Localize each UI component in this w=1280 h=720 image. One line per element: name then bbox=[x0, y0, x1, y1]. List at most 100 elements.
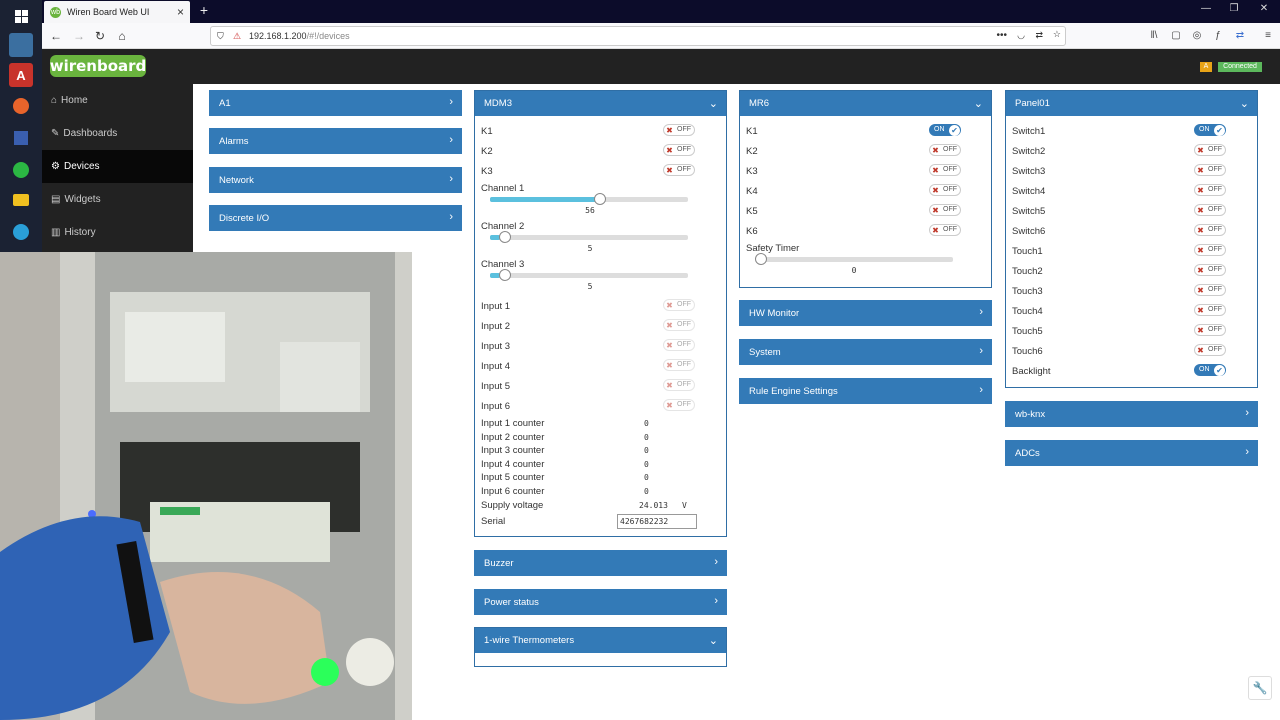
device-wb-knx-button[interactable]: wb-knx › bbox=[1005, 401, 1258, 427]
sidebar-item-widgets[interactable]: ▤ Widgets bbox=[42, 183, 193, 216]
device-discrete-io-button[interactable]: Discrete I/O › bbox=[209, 205, 462, 231]
translate-icon[interactable]: ⇄ bbox=[1035, 30, 1043, 41]
mr6-panel-header[interactable]: MR6 ⌄ bbox=[740, 91, 991, 116]
toggle-switch[interactable]: ✖ OFF bbox=[1194, 244, 1226, 256]
taskview-icon[interactable] bbox=[9, 33, 33, 57]
channel-slider[interactable] bbox=[490, 231, 688, 243]
slider-handle[interactable] bbox=[755, 253, 767, 265]
sidebar-item-devices[interactable]: ⚙ Devices bbox=[42, 150, 193, 183]
switch-state: OFF bbox=[943, 206, 957, 213]
channel-value: 5 bbox=[587, 244, 593, 253]
url-bar[interactable]: ⛉ ⚠ 192.168.1.200/#!/devices ••• ◡ ⇄ ☆ bbox=[210, 26, 1066, 46]
toggle-switch[interactable]: ✖ OFF bbox=[663, 339, 695, 351]
toggle-switch[interactable]: ✖ OFF bbox=[1194, 284, 1226, 296]
sidebar: ⌂ Home ✎ Dashboards ⚙ Devices ▤ Widgets ▥ His… bbox=[42, 84, 193, 252]
wirenboard-logo[interactable]: wirenboard bbox=[50, 55, 146, 77]
toggle-switch[interactable]: ON ✔ bbox=[1194, 124, 1226, 136]
translate-ext-icon[interactable]: ⇄ bbox=[1232, 28, 1248, 44]
account-icon[interactable]: ◎ bbox=[1189, 28, 1205, 44]
toggle-switch[interactable]: ✖ OFF bbox=[663, 319, 695, 331]
toggle-switch[interactable]: ✖ OFF bbox=[1194, 184, 1226, 196]
close-tab-icon[interactable]: × bbox=[177, 5, 184, 19]
forward-icon[interactable]: → bbox=[71, 28, 87, 44]
toggle-switch[interactable]: ✖ OFF bbox=[929, 144, 961, 156]
x-icon: ✖ bbox=[1197, 346, 1204, 355]
viber-icon[interactable] bbox=[9, 188, 33, 212]
firefox-icon[interactable] bbox=[9, 94, 33, 118]
toggle-switch[interactable]: ✖ OFF bbox=[929, 224, 961, 236]
toggle-switch[interactable]: ✖ OFF bbox=[1194, 324, 1226, 336]
toggle-switch[interactable]: ✖ OFF bbox=[663, 379, 695, 391]
library-icon[interactable]: ‖\ bbox=[1146, 28, 1162, 44]
device-system-button[interactable]: System › bbox=[739, 339, 992, 365]
counter-value: 0 bbox=[644, 459, 649, 469]
toggle-switch[interactable]: ✖ OFF bbox=[929, 184, 961, 196]
switch-state: OFF bbox=[677, 361, 691, 368]
menu-icon[interactable]: ≡ bbox=[1260, 28, 1276, 44]
reload-icon[interactable]: ↻ bbox=[92, 28, 108, 44]
home-page-icon[interactable]: ⌂ bbox=[114, 28, 130, 44]
relay-label: K5 bbox=[746, 206, 758, 217]
channel-slider[interactable] bbox=[490, 193, 688, 205]
toggle-switch[interactable]: ✖ OFF bbox=[929, 204, 961, 216]
minimize-icon[interactable]: — bbox=[1198, 3, 1214, 19]
panel01-panel-header[interactable]: Panel01 ⌄ bbox=[1006, 91, 1257, 116]
bookmark-star-icon[interactable]: ☆ bbox=[1053, 29, 1061, 40]
windows-start-icon[interactable] bbox=[9, 4, 33, 28]
device-network-button[interactable]: Network › bbox=[209, 167, 462, 193]
serial-field[interactable]: 4267682232 bbox=[617, 514, 697, 529]
x-icon: ✖ bbox=[666, 126, 673, 135]
insecure-lock-icon[interactable]: ⚠ bbox=[233, 31, 241, 42]
app-a-icon[interactable]: A bbox=[9, 63, 33, 87]
device-buzzer-button[interactable]: Buzzer › bbox=[474, 550, 727, 576]
function-icon[interactable]: ƒ bbox=[1210, 28, 1226, 44]
safety-timer-slider[interactable] bbox=[755, 253, 953, 265]
save-app-icon[interactable] bbox=[9, 126, 33, 150]
browser-tab[interactable]: wb Wiren Board Web UI × bbox=[44, 1, 190, 23]
more-actions-icon[interactable]: ••• bbox=[996, 30, 1007, 41]
device-alarms-button[interactable]: Alarms › bbox=[209, 128, 462, 154]
relay-label: K1 bbox=[746, 126, 758, 137]
toggle-switch[interactable]: ✖ OFF bbox=[1194, 344, 1226, 356]
thermometers-panel-header[interactable]: 1-wire Thermometers ⌄ bbox=[475, 628, 726, 653]
mdm3-panel-header[interactable]: MDM3 ⌄ bbox=[475, 91, 726, 116]
toggle-switch[interactable]: ✖ OFF bbox=[1194, 224, 1226, 236]
toggle-switch[interactable]: ✖ OFF bbox=[663, 359, 695, 371]
new-tab-icon[interactable]: + bbox=[197, 2, 211, 20]
settings-wrench-icon[interactable]: 🔧 bbox=[1248, 676, 1272, 700]
sidebar-toggle-icon[interactable]: ▢ bbox=[1168, 28, 1184, 44]
toggle-switch[interactable]: ✖ OFF bbox=[1194, 204, 1226, 216]
whatsapp-icon[interactable] bbox=[9, 158, 33, 182]
switch-state: OFF bbox=[943, 226, 957, 233]
device-power-status-button[interactable]: Power status › bbox=[474, 589, 727, 615]
restore-icon[interactable]: ❐ bbox=[1226, 3, 1242, 19]
sidebar-item-home[interactable]: ⌂ Home bbox=[42, 84, 193, 117]
toggle-switch[interactable]: ✖ OFF bbox=[663, 399, 695, 411]
toggle-switch[interactable]: ✖ OFF bbox=[663, 144, 695, 156]
toggle-switch[interactable]: ✖ OFF bbox=[1194, 164, 1226, 176]
toggle-switch[interactable]: ✖ OFF bbox=[1194, 264, 1226, 276]
channel-slider[interactable] bbox=[490, 269, 688, 281]
panel01-item-label: Switch3 bbox=[1012, 166, 1046, 177]
x-icon: ✖ bbox=[666, 401, 673, 410]
toggle-switch[interactable]: ✖ OFF bbox=[929, 164, 961, 176]
toggle-switch[interactable]: ✖ OFF bbox=[663, 299, 695, 311]
toggle-switch[interactable]: ON ✔ bbox=[1194, 364, 1226, 376]
device-adcs-button[interactable]: ADCs › bbox=[1005, 440, 1258, 466]
telegram-icon[interactable] bbox=[9, 220, 33, 244]
close-window-icon[interactable]: ✕ bbox=[1256, 3, 1272, 19]
toggle-switch[interactable]: ✖ OFF bbox=[663, 164, 695, 176]
toggle-switch[interactable]: ON ✔ bbox=[929, 124, 961, 136]
pocket-icon[interactable]: ◡ bbox=[1017, 30, 1025, 41]
toggle-switch[interactable]: ✖ OFF bbox=[1194, 144, 1226, 156]
device-rule-engine-settings-button[interactable]: Rule Engine Settings › bbox=[739, 378, 992, 404]
device-a1-button[interactable]: A1 › bbox=[209, 90, 462, 116]
shield-icon[interactable]: ⛉ bbox=[217, 31, 224, 42]
sidebar-item-history[interactable]: ▥ History bbox=[42, 216, 193, 249]
toggle-switch[interactable]: ✖ OFF bbox=[663, 124, 695, 136]
sidebar-item-dashboards[interactable]: ✎ Dashboards bbox=[42, 117, 193, 150]
back-icon[interactable]: ← bbox=[48, 28, 64, 44]
panel01-item-label: Touch5 bbox=[1012, 326, 1043, 337]
toggle-switch[interactable]: ✖ OFF bbox=[1194, 304, 1226, 316]
device-hw-monitor-button[interactable]: HW Monitor › bbox=[739, 300, 992, 326]
